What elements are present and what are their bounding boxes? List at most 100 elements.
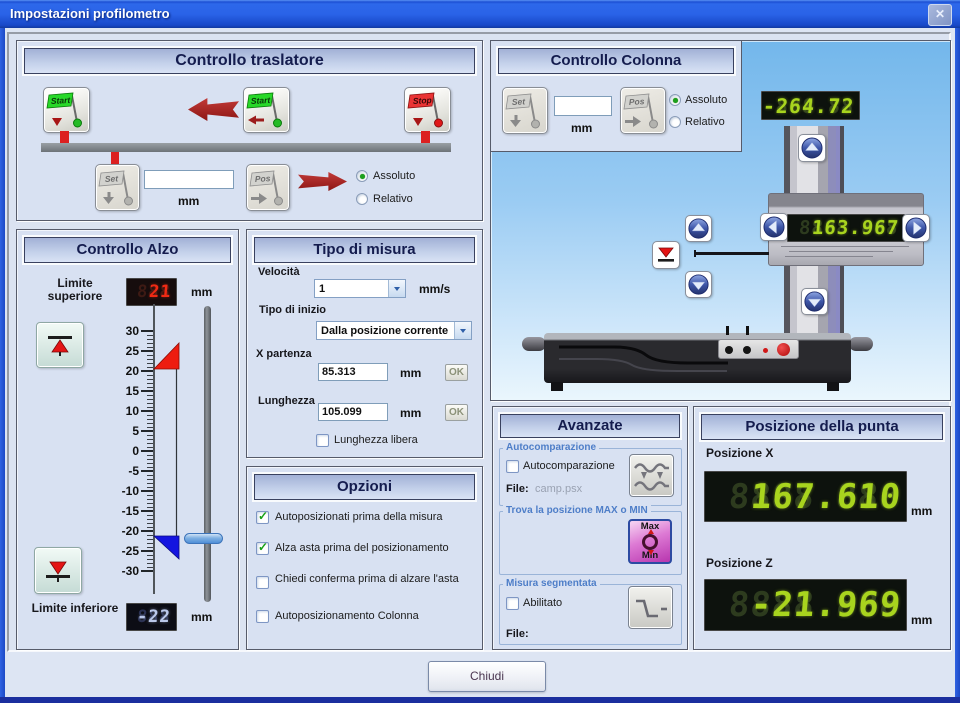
upper-limit-unit: mm [191,285,212,299]
tick-label: -25 [113,545,139,557]
velocity-unit: mm/s [419,282,450,296]
position-x-display: 8888.888167.610 [704,471,907,522]
alzo-slider-track[interactable] [204,306,211,602]
maxmin-group-label: Trova la posizione MAX o MIN [503,505,651,516]
base-handle-left [522,337,546,351]
tick-label: 5 [113,425,139,437]
length-ok-button[interactable]: OK [445,404,468,421]
option-label: Alza asta prima del posizionamento [275,542,449,554]
traslatore-radio-assoluto-label: Assoluto [373,170,415,182]
option-checkbox-autoposizionati[interactable] [256,511,269,524]
carriage-position-display: 8888.888163.967 [787,214,905,242]
position-x-unit: mm [911,504,932,518]
upper-limit-marker-icon [154,343,179,369]
window-border-bottom [0,697,960,703]
down-marker-icon [413,118,423,126]
segmented-button[interactable] [628,586,673,629]
panel-machine: Controllo Colonna Set mm [490,40,951,401]
x-start-unit: mm [400,366,421,380]
carriage-left-button[interactable] [760,213,788,241]
option-checkbox-autoposizionamento-colonna[interactable] [256,610,269,623]
svg-text:Set: Set [105,173,120,184]
colonna-pos-button[interactable]: Pos [620,87,666,134]
traslatore-set-button[interactable]: Set [95,164,140,211]
colonna-target-input[interactable] [554,96,612,116]
maxmin-ring-icon [642,534,658,550]
probe-lower-button[interactable] [652,241,680,269]
rail-marker-left [60,131,69,143]
column-position-display: -888.88-264.72 [761,91,860,120]
colonna-unit-label: mm [571,121,592,135]
traslatore-start-button[interactable]: Start [243,87,290,133]
start-type-combo[interactable]: Dalla posizione corrente [316,321,472,340]
free-length-label: Lunghezza libera [334,434,418,446]
x-start-input[interactable] [318,363,388,381]
upper-limit-button[interactable] [36,322,84,368]
panel-title-punta: Posizione della punta [701,414,943,440]
down-marker-icon [52,118,62,126]
length-input[interactable] [318,403,388,421]
colonna-radio-assoluto[interactable] [669,94,681,106]
segmented-checkbox[interactable] [506,597,519,610]
traslatore-start-home-button[interactable]: Start [43,87,90,133]
tick-label: -5 [113,465,139,477]
tick-label: 0 [113,445,139,457]
carriage-right-button[interactable] [902,214,930,242]
x-start-ok-button[interactable]: OK [445,364,468,381]
probe-arm [694,252,769,255]
panel-title-traslatore: Controllo traslatore [24,48,475,74]
green-dot-icon [74,119,82,127]
base-foot [551,382,563,391]
traslatore-radio-assoluto[interactable] [356,170,368,182]
lower-limit-button[interactable] [34,547,82,594]
column-top-up-button[interactable] [798,134,826,162]
switch-stem [726,326,729,335]
panel-controllo-traslatore: Controllo traslatore Start Start [16,40,483,221]
svg-text:Stop: Stop [413,95,432,106]
svg-text:Set: Set [512,96,527,107]
tick-label: -10 [113,485,139,497]
tick-label: -20 [113,525,139,537]
colonna-set-button[interactable]: Set [502,87,548,134]
tick-label: 25 [113,345,139,357]
column-down-button[interactable] [801,288,828,315]
gray-dot-icon [125,197,133,205]
free-length-checkbox[interactable] [316,434,329,447]
velocity-combo[interactable]: 1 [314,279,406,298]
segmented-file-label: File: [506,628,529,640]
tick-label: 30 [113,325,139,337]
traslatore-pos-button[interactable]: Pos [246,164,290,211]
option-label: Autoposizionamento Colonna [275,610,419,622]
colonna-radio-assoluto-label: Assoluto [685,94,727,106]
colonna-radio-relativo[interactable] [669,116,681,128]
down-arrow-marker-icon [103,197,114,204]
start-type-label: Tipo di inizio [259,304,326,316]
traslatore-radio-relativo[interactable] [356,193,368,205]
panel-avanzate: Avanzate Autocomparazione Autocomparazio… [492,406,688,650]
lower-limit-marker-icon [154,536,179,559]
power-led [763,348,768,353]
lower-limit-unit: mm [191,610,212,624]
title-bar[interactable]: Impostazioni profilometro ✕ [0,0,960,28]
alzo-slider-thumb[interactable] [184,533,223,544]
base-foot [827,382,839,391]
close-button[interactable]: ✕ [928,4,952,26]
traslatore-radio-relativo-label: Relativo [373,193,413,205]
panel-tipo-di-misura: Tipo di misura Velocità 1 mm/s Tipo di i… [246,229,483,458]
probe-up-button[interactable] [685,215,712,242]
option-checkbox-chiedi-conferma[interactable] [256,576,269,589]
autocomp-checkbox[interactable] [506,460,519,473]
traslatore-target-input[interactable] [144,170,234,189]
segment-profile-icon [631,590,671,626]
panel-title-opzioni: Opzioni [254,474,475,500]
option-checkbox-alza-asta[interactable] [256,542,269,555]
probe-down-button[interactable] [685,271,712,298]
green-dot-icon [274,119,282,127]
panel-title-tipo-misura: Tipo di misura [254,237,475,263]
chiudi-button[interactable]: Chiudi [428,661,546,692]
chevron-down-icon [454,322,471,339]
move-right-arrow-icon [298,172,347,191]
maxmin-button[interactable]: Max Min [628,519,672,564]
traslatore-stop-button[interactable]: Stop [404,87,451,133]
autocomp-button[interactable] [629,454,674,497]
